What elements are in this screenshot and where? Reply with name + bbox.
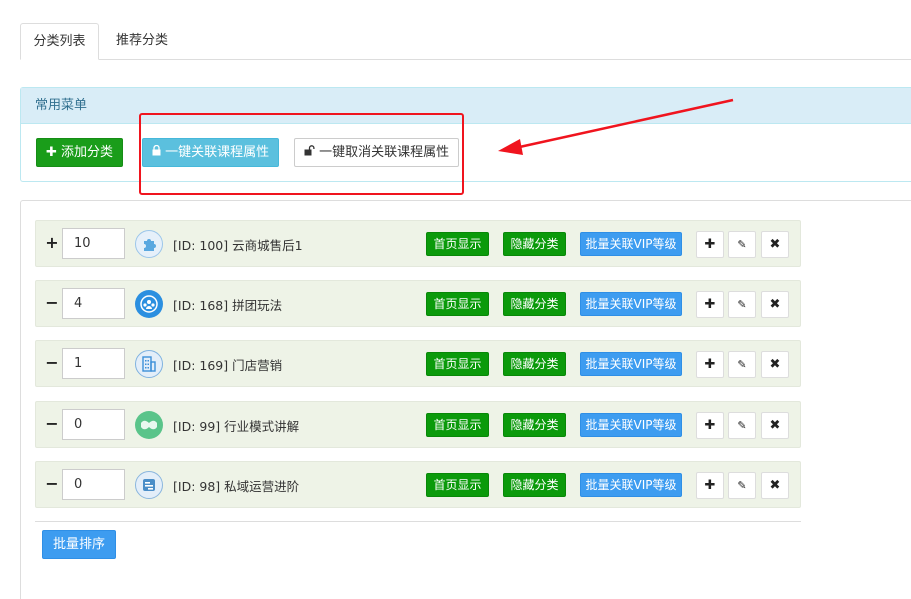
add-child-button[interactable]: ✚	[696, 231, 724, 258]
homepage-show-button[interactable]: 首页显示	[426, 292, 489, 316]
edit-icon: ✎	[737, 419, 747, 432]
category-row: + 10 [ID: 100] 云商城售后1 首页显示 隐藏分类 批量关联VIP等…	[35, 220, 801, 267]
close-icon: ✖	[769, 418, 781, 433]
category-name: [ID: 98] 私域运营进阶	[173, 479, 300, 494]
plus-icon: ✚	[704, 478, 716, 493]
close-icon: ✖	[769, 357, 781, 372]
edit-icon: ✎	[737, 358, 747, 371]
collapse-toggle[interactable]: −	[45, 354, 59, 372]
add-child-button[interactable]: ✚	[696, 351, 724, 378]
homepage-show-button[interactable]: 首页显示	[426, 352, 489, 376]
edit-icon: ✎	[737, 298, 747, 311]
edit-button[interactable]: ✎	[728, 291, 756, 318]
plus-icon: ✚	[46, 145, 57, 160]
batch-link-vip-button[interactable]: 批量关联VIP等级	[580, 352, 682, 376]
plus-icon: ✚	[704, 237, 716, 252]
category-name: [ID: 100] 云商城售后1	[173, 238, 303, 253]
hide-category-button[interactable]: 隐藏分类	[503, 413, 566, 437]
edit-button[interactable]: ✎	[728, 231, 756, 258]
category-list: + 10 [ID: 100] 云商城售后1 首页显示 隐藏分类 批量关联VIP等…	[20, 200, 911, 599]
close-icon: ✖	[769, 478, 781, 493]
edit-icon: ✎	[737, 238, 747, 251]
group-icon	[135, 290, 163, 318]
batch-link-vip-button[interactable]: 批量关联VIP等级	[580, 413, 682, 437]
batch-link-vip-button[interactable]: 批量关联VIP等级	[580, 292, 682, 316]
mustache-icon	[135, 411, 163, 439]
order-input[interactable]: 1	[62, 348, 125, 379]
add-child-button[interactable]: ✚	[696, 472, 724, 499]
close-icon: ✖	[769, 237, 781, 252]
hide-category-button[interactable]: 隐藏分类	[503, 232, 566, 256]
batch-sort-button[interactable]: 批量排序	[42, 530, 117, 559]
delete-button[interactable]: ✖	[761, 472, 789, 499]
edit-icon: ✎	[737, 479, 747, 492]
category-name: [ID: 99] 行业模式讲解	[173, 419, 300, 434]
homepage-show-button[interactable]: 首页显示	[426, 232, 489, 256]
hide-category-button[interactable]: 隐藏分类	[503, 352, 566, 376]
common-menu-panel: 常用菜单 ✚ 添加分类 一键关联课程属性 一键取消关联课程属性	[20, 87, 911, 182]
plus-icon: ✚	[704, 357, 716, 372]
edit-button[interactable]: ✎	[728, 351, 756, 378]
collapse-toggle[interactable]: −	[45, 415, 59, 433]
tools-icon	[135, 471, 163, 499]
batch-link-vip-button[interactable]: 批量关联VIP等级	[580, 232, 682, 256]
tab-bar: 分类列表 推荐分类	[20, 23, 911, 60]
delete-button[interactable]: ✖	[761, 231, 789, 258]
building-icon	[135, 350, 163, 378]
category-name: [ID: 168] 拼团玩法	[173, 298, 283, 313]
category-row: − 1 [ID: 169] 门店营销 首页显示 隐藏分类 批量关联VIP等级 ✚…	[35, 340, 801, 387]
order-input[interactable]: 4	[62, 288, 125, 319]
expand-toggle[interactable]: +	[45, 234, 59, 252]
tab-category-list[interactable]: 分类列表	[20, 23, 99, 60]
link-course-attributes-label: 一键关联课程属性	[165, 145, 270, 160]
category-row: − 0 [ID: 98] 私域运营进阶 首页显示 隐藏分类 批量关联VIP等级 …	[35, 461, 801, 508]
collapse-toggle[interactable]: −	[45, 294, 59, 312]
unlink-course-attributes-label: 一键取消关联课程属性	[319, 145, 450, 160]
delete-button[interactable]: ✖	[761, 291, 789, 318]
edit-button[interactable]: ✎	[728, 472, 756, 499]
category-row: − 0 [ID: 99] 行业模式讲解 首页显示 隐藏分类 批量关联VIP等级 …	[35, 401, 801, 448]
order-input[interactable]: 10	[62, 228, 125, 259]
unlock-icon	[304, 139, 315, 166]
lock-icon	[152, 139, 161, 166]
unlink-course-attributes-button[interactable]: 一键取消关联课程属性	[294, 138, 460, 167]
puzzle-icon	[135, 230, 163, 258]
category-row: − 4 [ID: 168] 拼团玩法 首页显示 隐藏分类 批量关联VIP等级 ✚…	[35, 280, 801, 327]
divider	[35, 521, 801, 522]
collapse-toggle[interactable]: −	[45, 475, 59, 493]
add-category-label: 添加分类	[61, 145, 114, 160]
delete-button[interactable]: ✖	[761, 351, 789, 378]
category-name: [ID: 169] 门店营销	[173, 358, 283, 373]
plus-icon: ✚	[704, 297, 716, 312]
order-input[interactable]: 0	[62, 409, 125, 440]
add-child-button[interactable]: ✚	[696, 412, 724, 439]
order-input[interactable]: 0	[62, 469, 125, 500]
edit-button[interactable]: ✎	[728, 412, 756, 439]
add-category-button[interactable]: ✚ 添加分类	[36, 138, 124, 167]
close-icon: ✖	[769, 297, 781, 312]
panel-title: 常用菜单	[21, 88, 911, 124]
delete-button[interactable]: ✖	[761, 412, 789, 439]
homepage-show-button[interactable]: 首页显示	[426, 413, 489, 437]
homepage-show-button[interactable]: 首页显示	[426, 473, 489, 497]
tab-recommended-category[interactable]: 推荐分类	[102, 23, 182, 60]
link-course-attributes-button[interactable]: 一键关联课程属性	[142, 138, 280, 167]
batch-link-vip-button[interactable]: 批量关联VIP等级	[580, 473, 682, 497]
hide-category-button[interactable]: 隐藏分类	[503, 292, 566, 316]
add-child-button[interactable]: ✚	[696, 291, 724, 318]
plus-icon: ✚	[704, 418, 716, 433]
hide-category-button[interactable]: 隐藏分类	[503, 473, 566, 497]
